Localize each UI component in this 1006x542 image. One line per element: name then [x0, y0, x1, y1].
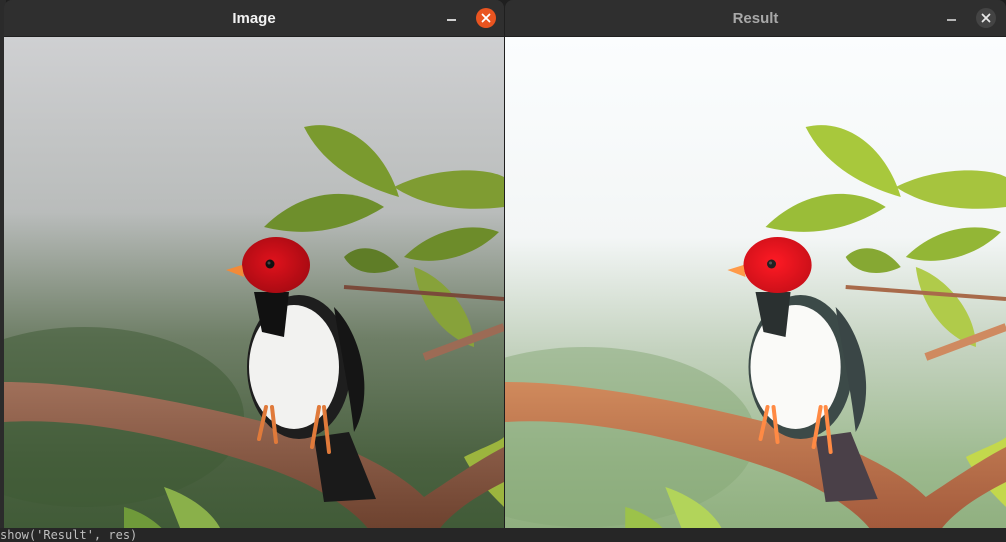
result-window[interactable]: Result	[505, 0, 1006, 538]
minimize-icon	[946, 19, 956, 21]
close-icon	[481, 13, 491, 23]
minimize-icon	[446, 19, 456, 21]
minimize-button[interactable]	[444, 10, 458, 24]
result-canvas[interactable]	[505, 37, 1006, 538]
minimize-button[interactable]	[944, 10, 958, 24]
image-window-titlebar[interactable]: Image	[4, 0, 504, 37]
image-canvas[interactable]	[4, 37, 504, 538]
result-window-titlebar[interactable]: Result	[505, 0, 1006, 37]
close-icon	[981, 13, 991, 23]
editor-code-line: show('Result', res)	[0, 528, 138, 542]
bird-photo-result	[505, 37, 1006, 538]
result-window-title: Result	[732, 9, 779, 27]
background-editor-code: show('Result', res)	[0, 528, 1006, 542]
close-button[interactable]	[476, 8, 496, 28]
image-window[interactable]: Image	[4, 0, 504, 538]
close-button[interactable]	[976, 8, 996, 28]
image-window-title: Image	[232, 9, 276, 27]
bird-photo	[4, 37, 504, 538]
